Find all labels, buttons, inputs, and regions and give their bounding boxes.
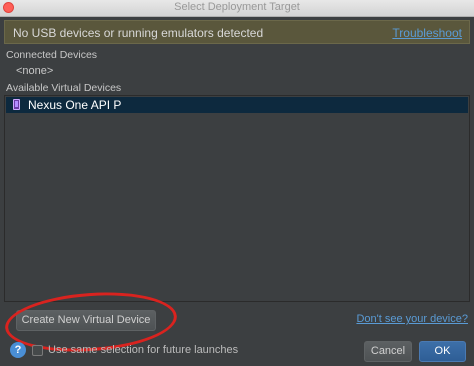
banner-message: No USB devices or running emulators dete… [13,26,264,40]
phone-icon [13,99,20,110]
virtual-device-list[interactable]: Nexus One API P [4,95,470,302]
connected-devices-none: <none> [16,65,54,77]
connected-devices-label: Connected Devices [6,49,98,61]
same-selection-checkbox[interactable] [32,345,43,356]
warning-banner: No USB devices or running emulators dete… [4,20,470,44]
device-name: Nexus One API P [28,98,122,112]
device-row-nexus-one[interactable]: Nexus One API P [6,97,468,113]
troubleshoot-link[interactable]: Troubleshoot [392,26,462,40]
title-bar: Select Deployment Target [0,0,474,17]
dont-see-device-link[interactable]: Don't see your device? [356,313,468,325]
ok-button[interactable]: OK [419,341,466,362]
cancel-button[interactable]: Cancel [364,341,412,362]
same-selection-label: Use same selection for future launches [48,344,239,356]
help-icon[interactable]: ? [10,342,26,358]
window-title: Select Deployment Target [174,1,300,13]
available-devices-label: Available Virtual Devices [6,82,122,94]
